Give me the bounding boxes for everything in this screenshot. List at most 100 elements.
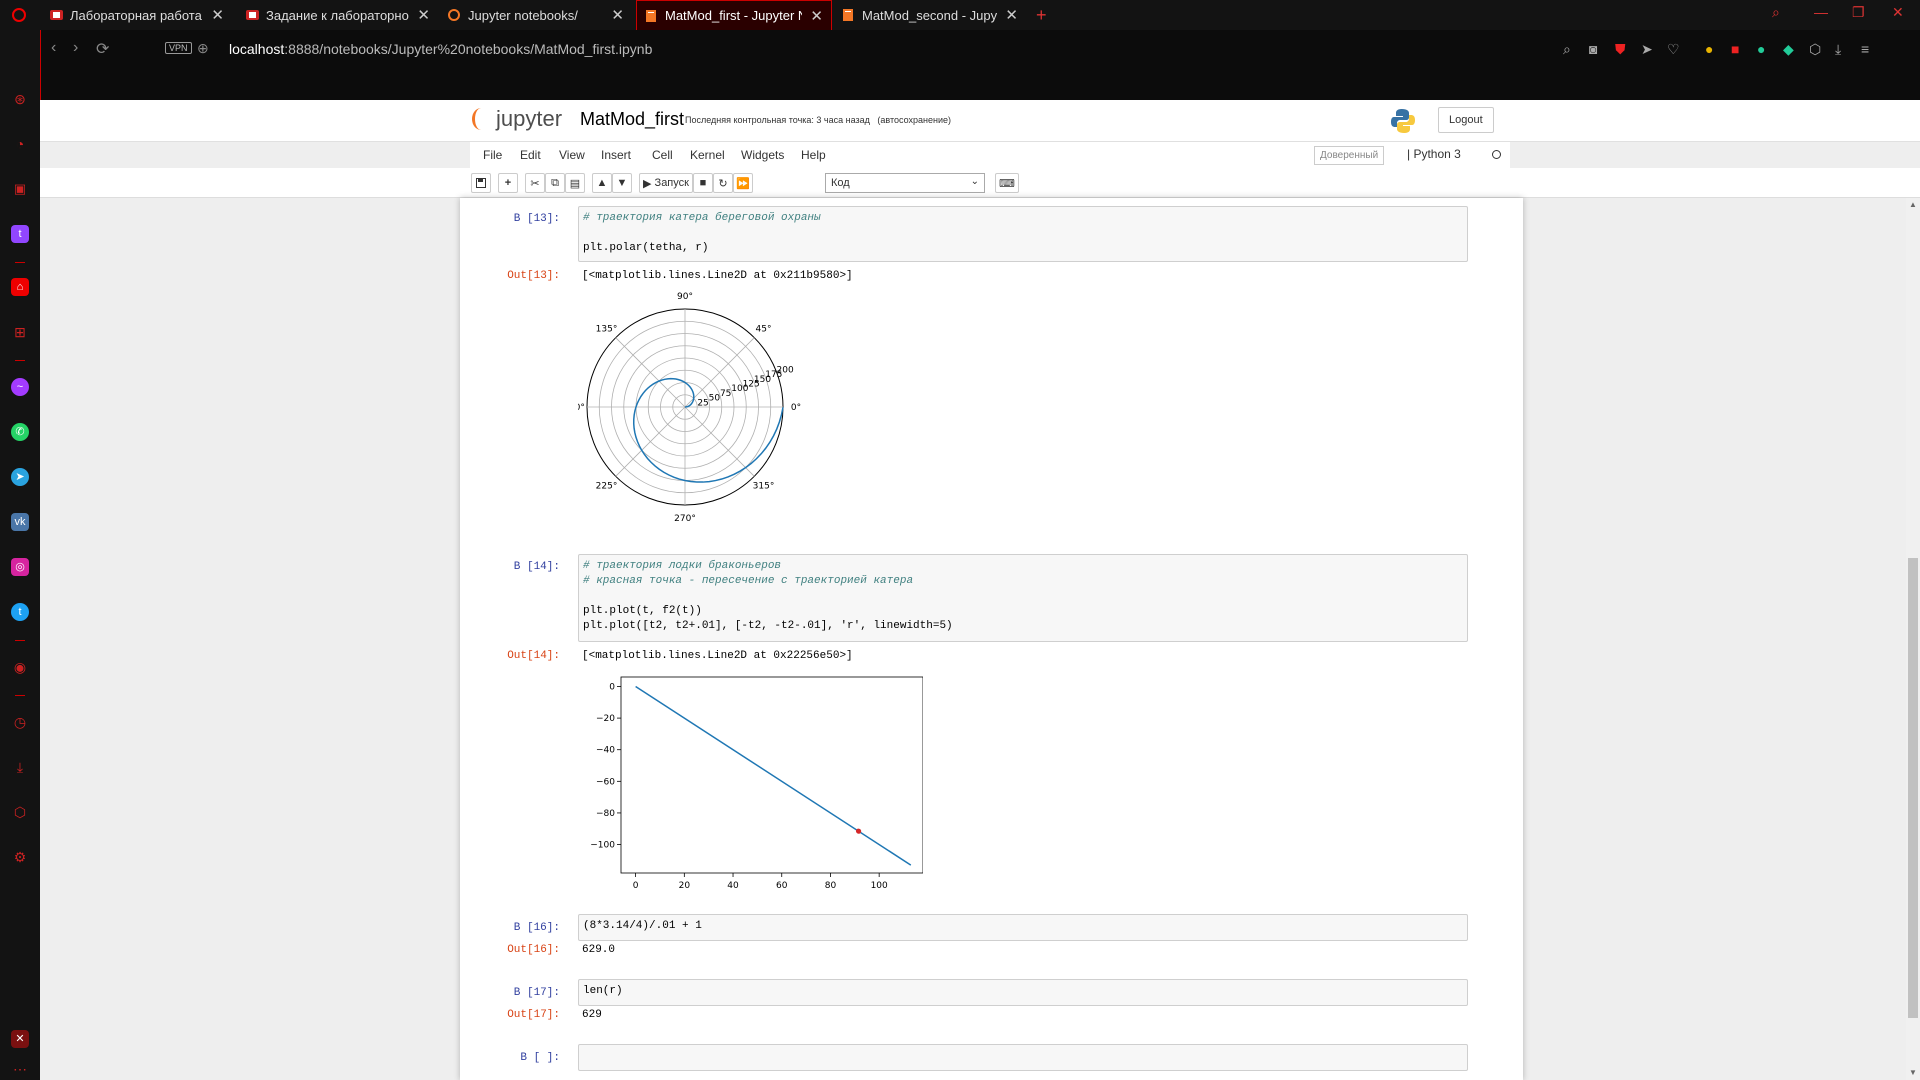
tab-close-icon[interactable]: ✕ [611,6,624,24]
restart-run-all-button[interactable]: ⏩ [733,173,753,193]
tab-close-icon[interactable]: ✕ [211,6,224,24]
history-icon[interactable]: ◷ [11,713,29,731]
twitter-icon[interactable]: t [11,603,29,621]
menu-file[interactable]: File [483,148,502,162]
downloads-icon[interactable]: ⤓ [11,758,29,776]
interrupt-button[interactable]: ■ [693,173,713,193]
notebook-favicon-icon [646,9,656,22]
output-text: [<matplotlib.lines.Line2D at 0x22256e50>… [582,650,853,662]
move-down-button[interactable]: ▼ [612,173,632,193]
tab-lab-work[interactable]: Лабораторная работа № ✕ [42,0,232,30]
download-icon[interactable]: ⤓ [1835,41,1841,58]
whatsapp-icon[interactable]: ✆ [11,423,29,441]
restore-icon[interactable]: ❐ [1852,4,1865,21]
restart-button[interactable]: ↻ [713,173,733,193]
notebook-toolbar: + ✂ ⧉ ▤ ▲ ▼ ▶ Запуск ■ ↻ ⏩ Код ⌄ ⌨ [40,168,1920,198]
code-cell-16[interactable]: (8*3.14/4)/.01 + 1 [578,914,1468,941]
jupyter-header: jupyter MatMod_first Последняя контрольн… [40,100,1920,142]
scroll-up-icon[interactable]: ▲ [1909,200,1917,209]
player-icon[interactable]: ◉ [11,658,29,676]
opera-logo-icon[interactable] [12,8,26,22]
menu-icon[interactable]: ≡ [1861,41,1869,57]
menu-view[interactable]: View [559,148,585,162]
polar-angle-label: 225° [596,481,618,491]
kernel-name[interactable]: | Python 3 [1407,147,1461,161]
scissors-icon: ✂ [530,177,540,190]
tab-matmod-second[interactable]: MatMod_second - Jupyter ✕ [834,0,1026,30]
games-icon[interactable]: ⊞ [11,323,29,341]
messenger-icon[interactable]: ~ [11,378,29,396]
scroll-down-icon[interactable]: ▼ [1909,1068,1917,1077]
adblock-shield-icon[interactable]: ⛊ [1615,41,1626,58]
menu-widgets[interactable]: Widgets [741,148,784,162]
bag-icon[interactable]: ▣ [11,180,29,198]
x-tick-label: 40 [727,881,739,891]
sidebar-extra-icon[interactable]: ✕ [11,1030,29,1048]
speed-dial-icon[interactable]: ◔ [11,135,29,153]
new-tab-button[interactable]: + [1028,0,1058,30]
minimize-icon[interactable]: — [1814,4,1828,20]
tab-matmod-first[interactable]: MatMod_first - Jupyter No ✕ [636,0,832,30]
search-tabs-icon[interactable]: ⌕ [1772,4,1780,21]
menu-help[interactable]: Help [801,148,826,162]
cell-type-select[interactable]: Код ⌄ [825,173,985,193]
settings-gear-icon[interactable]: ⚙ [11,848,29,866]
telegram-icon[interactable]: ➤ [11,468,29,486]
tab-close-icon[interactable]: ✕ [417,6,430,24]
run-button[interactable]: ▶ Запуск [639,173,693,193]
extension-coin-icon[interactable]: ● [1705,41,1713,57]
more-icon[interactable]: ⋯ [11,1060,29,1078]
x-tick-label: 80 [825,881,837,891]
extensions-icon[interactable]: ⬡ [11,803,29,821]
sidebar-divider [15,360,25,361]
code-cell-13[interactable]: # траектория катера береговой охраны plt… [578,206,1468,262]
vk-icon[interactable]: vk [11,513,29,531]
close-window-icon[interactable]: ✕ [1892,4,1904,21]
copy-button[interactable]: ⧉ [545,173,565,193]
tab-lab-task[interactable]: Задание к лабораторной ✕ [238,0,438,30]
input-prompt: В [16]: [513,922,560,934]
gamepad-icon[interactable]: ⊛ [11,90,29,108]
logout-button[interactable]: Logout [1438,107,1494,133]
trusted-badge[interactable]: Доверенный [1314,146,1385,165]
menu-kernel[interactable]: Kernel [690,148,725,162]
paste-button[interactable]: ▤ [565,173,585,193]
camera-icon[interactable]: ◙ [1589,41,1597,57]
reload-icon[interactable]: ⟳ [96,39,109,59]
jupyter-logo[interactable]: jupyter [472,106,562,132]
back-icon[interactable]: ‹ [51,39,56,57]
send-icon[interactable]: ➤ [1641,41,1653,58]
notebook-name[interactable]: MatMod_first [580,109,684,130]
page-scrollbar[interactable]: ▲ ▼ [1906,198,1920,1080]
cut-button[interactable]: ✂ [525,173,545,193]
heart-icon[interactable]: ♡ [1667,41,1680,58]
save-button[interactable] [471,173,491,193]
twitch-icon[interactable]: t [11,225,29,243]
command-palette-button[interactable]: ⌨ [995,173,1019,193]
menu-edit[interactable]: Edit [520,148,541,162]
tab-favicon-icon [246,10,259,20]
code-cell-17[interactable]: len(r) [578,979,1468,1006]
extension-vpn-icon[interactable]: ◆ [1783,41,1794,58]
cube-icon[interactable]: ⬡ [1809,41,1821,58]
home-icon[interactable]: ⌂ [11,278,29,296]
extension-green-icon[interactable]: ● [1757,41,1765,57]
tab-jupyter-notebooks[interactable]: Jupyter notebooks/ ✕ [440,0,632,30]
url-field[interactable]: localhost:8888/notebooks/Jupyter%20noteb… [229,41,652,57]
menu-insert[interactable]: Insert [601,148,631,162]
move-up-button[interactable]: ▲ [592,173,612,193]
code-cell-empty[interactable] [578,1044,1468,1071]
globe-icon[interactable]: ⊕ [197,40,209,57]
instagram-icon[interactable]: ◎ [11,558,29,576]
forward-icon[interactable]: › [73,39,78,57]
tab-close-icon[interactable]: ✕ [1005,6,1018,24]
code-cell-14[interactable]: # траектория лодки браконьеров # красная… [578,554,1468,642]
search-icon[interactable]: ⌕ [1563,41,1571,58]
menu-cell[interactable]: Cell [652,148,673,162]
tab-close-icon[interactable]: ✕ [810,7,823,25]
polar-angular-gridline [684,406,755,477]
extension-red-icon[interactable]: ■ [1731,41,1739,57]
insert-cell-button[interactable]: + [498,173,518,193]
scrollbar-thumb[interactable] [1908,558,1918,1018]
vpn-badge[interactable]: VPN [165,42,192,54]
